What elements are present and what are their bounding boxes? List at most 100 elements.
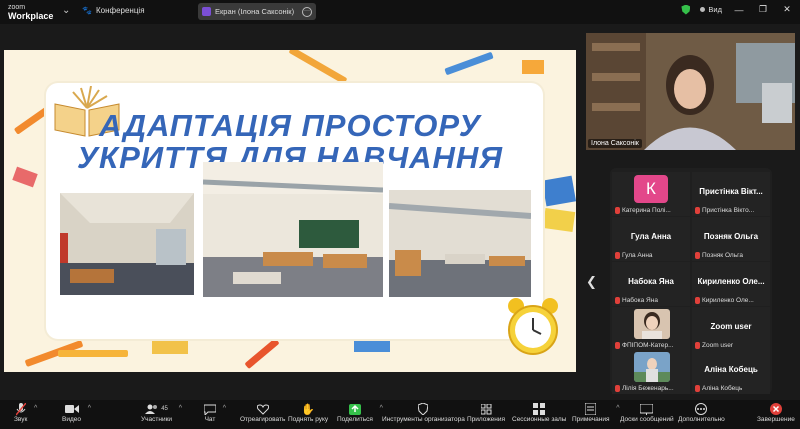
participant-tile[interactable]: Аліна Кобець Аліна Кобець <box>692 350 770 394</box>
share-label: Поделиться <box>337 416 373 423</box>
participant-tile[interactable]: К Катерина Полі... <box>612 172 690 216</box>
mic-muted-icon <box>615 342 620 349</box>
participant-caption: Катерина Полі... <box>615 207 671 214</box>
shelter-photo-corridor <box>60 193 194 295</box>
speaker-video[interactable]: Ілона Саксонік <box>586 33 795 150</box>
shield-icon <box>382 402 465 416</box>
maximize-icon[interactable]: ❐ <box>756 4 770 15</box>
eraser-decoration <box>522 60 544 74</box>
screen-share-indicator[interactable]: Екран (Ілона Саксонік) ··· <box>198 3 316 20</box>
pencil-decoration <box>288 50 348 85</box>
whiteboards-button[interactable]: Доски сообщений <box>620 402 674 423</box>
participants-count: 45 <box>161 406 168 412</box>
host-tools-button[interactable]: Инструменты организатора <box>382 402 465 423</box>
participant-caption: Лілія Беженарь... <box>615 385 674 392</box>
mic-muted-icon <box>695 342 700 349</box>
avatar: К <box>634 175 668 203</box>
window-controls: Вид — ❐ ✕ <box>681 4 794 15</box>
screen-share-icon <box>202 7 211 16</box>
participants-label: Участники <box>141 416 173 423</box>
share-button[interactable]: Поделиться ^ <box>337 402 383 423</box>
books-decoration <box>542 208 576 232</box>
participant-tile[interactable]: Лілія Беженарь... <box>612 350 690 394</box>
chevron-up-icon[interactable]: ^ <box>34 405 37 412</box>
participant-name: Позняк Ольга <box>703 232 759 241</box>
whiteboards-label: Доски сообщений <box>620 416 674 423</box>
shield-icon[interactable] <box>681 4 691 15</box>
raise-hand-button[interactable]: ✋ Поднять руку <box>288 402 329 424</box>
close-icon[interactable]: ✕ <box>780 4 794 15</box>
participant-caption: Позняк Ольга <box>695 252 743 259</box>
end-icon <box>757 402 795 416</box>
notes-button[interactable]: Примечания ^ <box>572 402 620 423</box>
conference-info-button[interactable]: 🐾 Конференція <box>82 6 145 15</box>
conference-label: Конференція <box>95 6 145 15</box>
react-button[interactable]: Отреагировать <box>240 402 285 423</box>
participant-tile[interactable]: Пристінка Вікт... Пристінка Вікто... <box>692 172 770 216</box>
breakout-icon <box>512 402 566 416</box>
brand-bottom: Workplace <box>8 11 54 21</box>
react-label: Отреагировать <box>240 416 286 423</box>
chevron-up-icon[interactable]: ^ <box>179 405 182 412</box>
mic-muted-icon <box>615 385 620 392</box>
screen-share-label: Екран (Ілона Саксонік) <box>215 7 295 16</box>
participant-tile[interactable]: Кириленко Оле... Кириленко Оле... <box>692 262 770 306</box>
gallery-prev-arrow-icon[interactable]: ❮ <box>586 274 597 290</box>
participants-icon: 45 <box>141 402 172 416</box>
shared-screen: АДАПТАЦІЯ ПРОСТОРУ УКРИТТЯ ДЛЯ НАВЧАННЯ <box>4 50 576 372</box>
pencil-decoration <box>244 337 280 370</box>
top-bar: zoom Workplace ⌄ 🐾 Конференція Екран (Іл… <box>0 0 800 24</box>
breakout-rooms-button[interactable]: Сессионные залы <box>512 402 566 423</box>
mic-muted-icon <box>695 252 700 259</box>
chevron-up-icon[interactable]: ^ <box>223 405 226 412</box>
apps-button[interactable]: Приложения <box>467 402 505 423</box>
view-icon <box>700 7 706 12</box>
mic-muted-icon <box>615 207 620 214</box>
participant-tile[interactable]: ФПІПОМ-Катер... <box>612 307 690 351</box>
alarm-clock-icon <box>508 298 558 355</box>
book-decoration <box>354 338 390 352</box>
end-meeting-button[interactable]: Завершение <box>757 402 795 423</box>
books-decoration <box>541 175 576 207</box>
camera-icon <box>62 402 81 416</box>
pencil-decoration <box>444 51 494 76</box>
raise-hand-label: Поднять руку <box>288 416 329 423</box>
view-button[interactable]: Вид <box>700 5 722 14</box>
participants-button[interactable]: 45 Участники ^ <box>141 402 182 423</box>
more-label: Дополнительно <box>678 416 725 423</box>
participant-caption: Гула Анна <box>615 252 653 259</box>
mic-muted-icon <box>615 252 620 259</box>
participant-name: Кириленко Оле... <box>697 277 765 286</box>
end-label: Завершение <box>757 416 795 423</box>
chevron-down-icon[interactable]: ⌄ <box>62 5 70 16</box>
mic-muted-icon <box>14 402 27 416</box>
mic-muted-icon <box>695 385 700 392</box>
whiteboard-icon <box>620 402 674 416</box>
breakout-label: Сессионные залы <box>512 416 567 423</box>
participant-name: Гула Анна <box>630 232 672 241</box>
participant-name: Zoom user <box>710 322 752 331</box>
participant-caption: Zoom user <box>695 342 733 349</box>
more-icon[interactable]: ··· <box>302 6 312 17</box>
mute-button[interactable]: Звук ^ <box>14 402 37 423</box>
video-button[interactable]: Видео ^ <box>62 402 91 423</box>
chat-button[interactable]: Чат ^ <box>204 402 226 423</box>
heart-icon <box>240 402 285 416</box>
participant-tile[interactable]: Набока Яна Набока Яна <box>612 262 690 306</box>
notes-icon <box>572 402 610 416</box>
participant-name: Пристінка Вікт... <box>699 187 763 196</box>
slide-title-line1: АДАПТАЦІЯ ПРОСТОРУ <box>99 108 481 143</box>
participant-tile[interactable]: Zoom user Zoom user <box>692 307 770 351</box>
minimize-icon[interactable]: — <box>732 5 746 15</box>
more-button[interactable]: Дополнительно <box>678 402 725 423</box>
mic-muted-icon <box>695 207 700 214</box>
participant-tile[interactable]: Позняк Ольга Позняк Ольга <box>692 217 770 261</box>
host-tools-label: Инструменты организатора <box>382 416 465 423</box>
hand-icon: ✋ <box>301 403 315 416</box>
participant-name: Аліна Кобець <box>704 365 758 374</box>
shelter-photo-classroom <box>203 162 383 297</box>
chevron-up-icon[interactable]: ^ <box>88 405 91 412</box>
participant-tile[interactable]: Гула Анна Гула Анна <box>612 217 690 261</box>
pencil-decoration <box>58 350 128 357</box>
chat-icon <box>204 402 216 416</box>
